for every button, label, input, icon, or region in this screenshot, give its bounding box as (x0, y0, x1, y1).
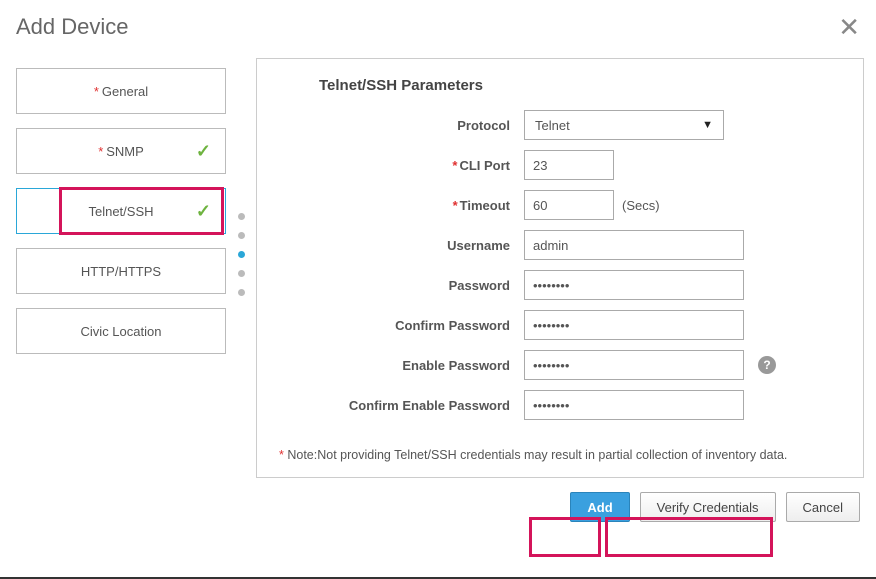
highlight-box (529, 517, 601, 557)
step-dot (238, 270, 245, 277)
cli-port-label: CLI Port (459, 158, 510, 173)
confirm-enable-password-label: Confirm Enable Password (279, 398, 524, 413)
verify-credentials-button[interactable]: Verify Credentials (640, 492, 776, 522)
sidebar-item-label: Civic Location (81, 324, 162, 339)
timeout-suffix: (Secs) (622, 198, 660, 213)
sidebar-item-label: Telnet/SSH (88, 204, 153, 219)
password-input[interactable] (524, 270, 744, 300)
timeout-input[interactable] (524, 190, 614, 220)
dialog-footer: Add Verify Credentials Cancel (0, 478, 876, 522)
sidebar-item-label: SNMP (106, 144, 144, 159)
step-dot-active (238, 251, 245, 258)
cli-port-input[interactable] (524, 150, 614, 180)
check-icon: ✓ (196, 201, 211, 222)
chevron-down-icon: ▼ (702, 119, 713, 131)
sidebar-item-telnet-ssh[interactable]: Telnet/SSH ✓ (16, 188, 226, 234)
protocol-label: Protocol (279, 118, 524, 133)
confirm-password-label: Confirm Password (279, 318, 524, 333)
footnote: * Note:Not providing Telnet/SSH credenti… (279, 448, 841, 462)
username-label: Username (279, 238, 524, 253)
form-panel: Telnet/SSH Parameters Protocol Telnet ▼ … (256, 58, 864, 478)
dialog-title: Add Device (16, 14, 129, 40)
help-icon[interactable]: ? (758, 356, 776, 374)
add-button[interactable]: Add (570, 492, 629, 522)
timeout-label: Timeout (460, 198, 510, 213)
step-dot (238, 213, 245, 220)
step-dot (238, 232, 245, 239)
step-dot (238, 289, 245, 296)
check-icon: ✓ (196, 141, 211, 162)
step-indicator (226, 58, 256, 478)
panel-heading: Telnet/SSH Parameters (319, 77, 841, 94)
sidebar-item-label: General (102, 84, 148, 99)
enable-password-label: Enable Password (279, 358, 524, 373)
confirm-enable-password-input[interactable] (524, 390, 744, 420)
enable-password-input[interactable] (524, 350, 744, 380)
protocol-select[interactable]: Telnet ▼ (524, 110, 724, 140)
confirm-password-input[interactable] (524, 310, 744, 340)
sidebar-item-civic-location[interactable]: Civic Location (16, 308, 226, 354)
sidebar-item-http-https[interactable]: HTTP/HTTPS (16, 248, 226, 294)
close-icon[interactable]: ✕ (838, 14, 860, 40)
required-asterisk: * (94, 84, 99, 99)
sidebar-item-snmp[interactable]: *SNMP ✓ (16, 128, 226, 174)
protocol-value: Telnet (535, 118, 570, 133)
password-label: Password (279, 278, 524, 293)
highlight-box (605, 517, 773, 557)
cancel-button[interactable]: Cancel (786, 492, 860, 522)
sidebar-item-label: HTTP/HTTPS (81, 264, 161, 279)
username-input[interactable] (524, 230, 744, 260)
required-asterisk: * (98, 144, 103, 159)
sidebar-item-general[interactable]: *General (16, 68, 226, 114)
step-sidebar: *General *SNMP ✓ Telnet/SSH ✓ HTTP/HTTPS… (16, 58, 226, 478)
